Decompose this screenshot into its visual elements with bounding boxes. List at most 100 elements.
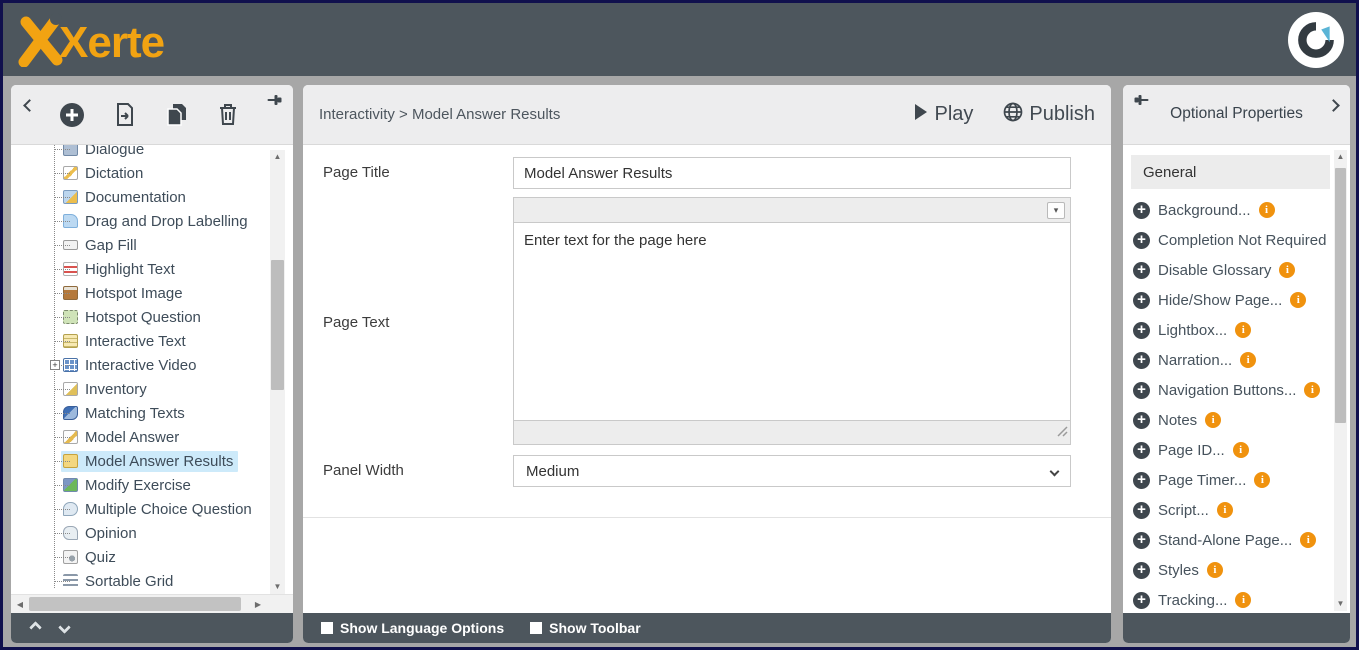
info-icon[interactable] [1235, 322, 1251, 338]
add-property-icon[interactable] [1133, 472, 1150, 489]
info-icon[interactable] [1300, 532, 1316, 548]
scroll-left-icon[interactable] [13, 595, 27, 613]
add-property-icon[interactable] [1133, 412, 1150, 429]
info-icon[interactable] [1207, 562, 1223, 578]
scrollbar-thumb[interactable] [29, 597, 241, 611]
optional-property-row[interactable]: Page Timer... [1133, 465, 1332, 495]
info-icon[interactable] [1254, 472, 1270, 488]
tree-item[interactable]: Dictation [11, 161, 267, 185]
tree-item[interactable]: Interactive Video [11, 353, 267, 377]
tree-item[interactable]: Sortable Grid [11, 569, 267, 593]
add-property-icon[interactable] [1133, 562, 1150, 579]
tree-item[interactable]: Gap Fill [11, 233, 267, 257]
info-icon[interactable] [1279, 262, 1295, 278]
tree-item[interactable]: Opinion [11, 521, 267, 545]
info-icon[interactable] [1304, 382, 1320, 398]
scroll-down-icon[interactable] [270, 580, 285, 594]
tree-item[interactable]: Interactive Text [11, 329, 267, 353]
pin-right-panel-icon[interactable] [1133, 93, 1150, 112]
add-property-icon[interactable] [1133, 322, 1150, 339]
delete-page-button[interactable] [217, 102, 239, 127]
collapse-right-panel-icon[interactable] [1329, 97, 1338, 115]
optional-property-row[interactable]: Notes [1133, 405, 1332, 435]
properties-vertical-scrollbar[interactable] [1334, 150, 1347, 611]
tree-horizontal-scrollbar[interactable] [11, 594, 293, 613]
tree-item[interactable]: Inventory [11, 377, 267, 401]
play-button[interactable]: Play [913, 103, 973, 127]
add-property-icon[interactable] [1133, 442, 1150, 459]
scroll-right-icon[interactable] [251, 595, 265, 613]
tree-item[interactable]: Highlight Text [11, 257, 267, 281]
optional-property-row[interactable]: Background... [1133, 195, 1332, 225]
page-title-row: Page Title [303, 157, 1111, 189]
optional-property-row[interactable]: Navigation Buttons... [1133, 375, 1332, 405]
tree-item[interactable]: Quiz [11, 545, 267, 569]
add-property-icon[interactable] [1133, 352, 1150, 369]
optional-property-row[interactable]: Completion Not Required [1133, 225, 1332, 255]
publish-button[interactable]: Publish [1003, 102, 1095, 128]
optional-property-row[interactable]: Page ID... [1133, 435, 1332, 465]
add-property-icon[interactable] [1133, 532, 1150, 549]
footer-checkbox[interactable]: Show Toolbar [530, 620, 641, 636]
move-page-up-icon[interactable] [31, 619, 40, 637]
panel-width-select[interactable]: Medium [513, 455, 1071, 487]
page-title-label: Page Title [323, 157, 513, 189]
tree-item[interactable]: Modify Exercise [11, 473, 267, 497]
tree-item[interactable]: Hotspot Question [11, 305, 267, 329]
optional-property-row[interactable]: Lightbox... [1133, 315, 1332, 345]
optional-property-row[interactable]: Hide/Show Page... [1133, 285, 1332, 315]
scrollbar-thumb[interactable] [271, 260, 284, 390]
duplicate-page-button[interactable] [165, 102, 188, 127]
scroll-down-icon[interactable] [1334, 597, 1347, 611]
pin-left-panel-icon[interactable] [266, 93, 283, 112]
checkbox-icon[interactable] [530, 622, 542, 634]
tree-item[interactable]: Matching Texts [11, 401, 267, 425]
add-property-icon[interactable] [1133, 232, 1150, 249]
resize-handle-icon[interactable] [1057, 424, 1068, 442]
optional-property-row[interactable]: Stand-Alone Page... [1133, 525, 1332, 555]
add-property-icon[interactable] [1133, 262, 1150, 279]
page-title-input[interactable] [513, 157, 1071, 189]
info-icon[interactable] [1259, 202, 1275, 218]
info-icon[interactable] [1233, 442, 1249, 458]
checkbox-icon[interactable] [321, 622, 333, 634]
import-page-button[interactable] [114, 102, 136, 127]
tree-item[interactable]: Multiple Choice Question [11, 497, 267, 521]
add-property-icon[interactable] [1133, 292, 1150, 309]
tree-item[interactable]: Drag and Drop Labelling [11, 209, 267, 233]
optional-property-row[interactable]: Narration... [1133, 345, 1332, 375]
tree-item[interactable]: Dialogue [11, 145, 267, 161]
tree-item-label: Hotspot Image [85, 285, 183, 302]
info-icon[interactable] [1217, 502, 1233, 518]
info-icon[interactable] [1290, 292, 1306, 308]
scrollbar-thumb[interactable] [1335, 168, 1346, 423]
page-text-input[interactable]: Enter text for the page here [513, 223, 1071, 421]
move-page-down-icon[interactable] [60, 619, 69, 637]
tree-item-label: Model Answer [85, 429, 179, 446]
info-icon[interactable] [1205, 412, 1221, 428]
add-property-icon[interactable] [1133, 202, 1150, 219]
add-property-icon[interactable] [1133, 382, 1150, 399]
optional-property-row[interactable]: Script... [1133, 495, 1332, 525]
tree-item[interactable]: Documentation [11, 185, 267, 209]
info-icon[interactable] [1235, 592, 1251, 608]
editor-dropdown-icon[interactable] [1047, 202, 1065, 219]
scroll-up-icon[interactable] [270, 150, 285, 164]
expander-icon[interactable] [50, 360, 60, 370]
page-toolbar [11, 85, 293, 145]
optional-property-row[interactable]: Tracking... [1133, 585, 1332, 613]
optional-property-row[interactable]: Styles [1133, 555, 1332, 585]
optional-property-row[interactable]: Disable Glossary [1133, 255, 1332, 285]
add-property-icon[interactable] [1133, 592, 1150, 609]
add-property-icon[interactable] [1133, 502, 1150, 519]
collapse-left-panel-icon[interactable] [25, 97, 34, 115]
tree-item[interactable]: Model Answer [11, 425, 267, 449]
footer-checkbox[interactable]: Show Language Options [321, 620, 504, 636]
tree-item[interactable]: Hotspot Image [11, 281, 267, 305]
panel-width-row: Panel Width Medium [303, 455, 1111, 487]
tree-vertical-scrollbar[interactable] [270, 150, 285, 594]
info-icon[interactable] [1240, 352, 1256, 368]
add-page-button[interactable] [59, 102, 85, 128]
scroll-up-icon[interactable] [1334, 150, 1347, 164]
tree-item[interactable]: Model Answer Results [11, 449, 267, 473]
